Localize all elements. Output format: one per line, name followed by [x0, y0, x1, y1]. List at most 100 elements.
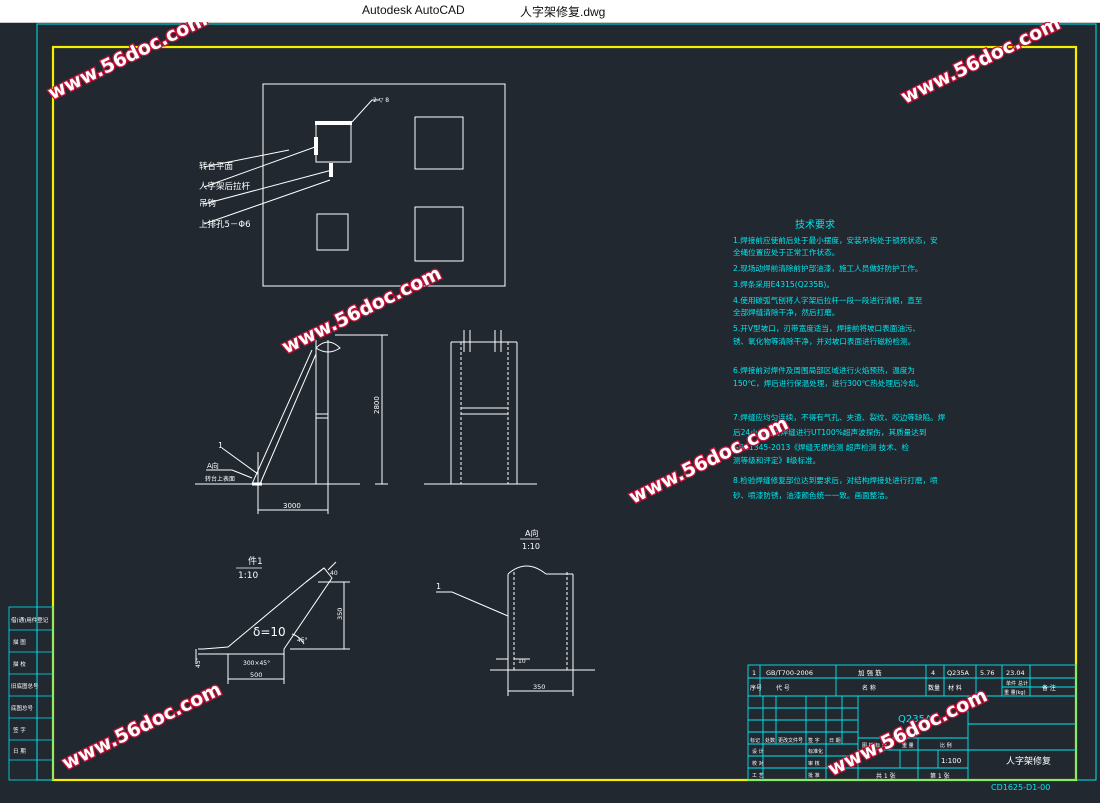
detail1-width-dim: 500 [250, 671, 262, 679]
margin-label: 描 图 [13, 638, 26, 646]
sign-label: 签 字 [808, 737, 820, 744]
tech-line: 2.现场动焊前清除前护部油漆，施工人员做好防护工作。 [733, 263, 923, 273]
bom-row-cell: Q235A [947, 669, 970, 677]
detail1-angle-b: 40 [330, 570, 338, 577]
bom-header: 材 料 [948, 684, 962, 692]
weight-label: 重 量(kg) [1004, 689, 1026, 696]
sign-label: 更改文件号 [778, 737, 803, 744]
tech-line: 全绳位置应处于正常工作状态。 [733, 247, 839, 257]
plan-square-bottom-left [316, 213, 349, 251]
technical-requirements: 技术要求 1.焊接前应使前后处于最小摆度，安装吊钩处于锁死状态，安 全绳位置应处… [733, 218, 946, 500]
detail-part1-view [195, 561, 350, 684]
window-titlebar: Autodesk AutoCAD 人字架修复.dwg [0, 0, 1100, 23]
elevation-side-view [424, 330, 537, 485]
plan-square-top-left [315, 123, 352, 163]
bom-row-cell: 5.76 [980, 669, 994, 677]
watermark-text: www.56doc.com [898, 22, 1064, 108]
tech-line: 150℃，焊后进行保温处理，进行300℃热处理后冷却。 [733, 378, 923, 388]
bom-row-cell: 23.04 [1006, 669, 1025, 677]
drawing-scale: 1:100 [941, 757, 961, 765]
detaila-scale: 1:10 [522, 542, 540, 551]
cad-drawing-canvas[interactable]: 2 ▽ 8 转台平面 人字架后拉杆 吊钩 上排孔5－Φ6 2800 3000 1… [0, 22, 1100, 803]
margin-label: 底图总号 [11, 704, 34, 712]
detail1-height-dim: 350 [336, 608, 344, 620]
elevation-height-dim: 2800 [373, 396, 381, 414]
sign-label: 日 期 [829, 738, 841, 744]
bom-row-cell: 加 强 筋 [858, 668, 882, 677]
sheet-count: 共 1 张 [876, 772, 896, 780]
bom-header: 数量 [928, 684, 940, 692]
elevation-view [195, 334, 388, 514]
margin-label: 描 校 [13, 660, 26, 668]
plan-labels: 转台平面 人字架后拉杆 吊钩 上排孔5－Φ6 [199, 161, 251, 230]
detail-part1-text: 件1 1:10 δ=10 500 350 300×45° 45° 40 45° [195, 555, 344, 679]
sign-label: 工 艺 [752, 773, 764, 779]
plan-label-holes: 上排孔5－Φ6 [199, 219, 251, 230]
detaila-ref-number: 1 [436, 582, 441, 591]
detail1-scale: 1:10 [238, 571, 258, 581]
sign-label: 批 准 [808, 772, 820, 779]
bom-row-cell: 4 [931, 669, 935, 677]
sign-label: 设 计 [752, 748, 764, 755]
plan-label-turntable: 转台平面 [199, 161, 234, 172]
detail1-thickness: δ=10 [253, 625, 286, 639]
margin-label: 借(通)用件登记 [11, 616, 49, 624]
bom-header: 备 注 [1042, 684, 1056, 692]
drawing-name: 人字架修复 [1006, 755, 1051, 767]
elevation-ground-label: 转台上表面 [205, 475, 235, 483]
bom-header: 单件 [1006, 680, 1016, 687]
left-margin-labels: 借(通)用件登记 描 图 描 校 旧底图总号 底图总号 签 字 日 期 [11, 616, 49, 755]
bom-header: 总计 [1018, 680, 1028, 687]
watermark-text: www.56doc.com [279, 262, 445, 358]
bom-header: 代 号 [776, 684, 790, 692]
plan-label-hook: 吊钩 [199, 198, 216, 209]
sign-label: 校 对 [752, 760, 764, 767]
sign-label: 审 核 [808, 760, 820, 767]
plan-square-top-right [414, 116, 464, 170]
tech-line: 砂、喷漆防锈，油漆颜色统一一致。画面整洁。 [733, 490, 892, 500]
sign-label: 标记 [750, 737, 760, 744]
tech-line: 1.焊接前应使前后处于最小摆度，安装吊钩处于锁死状态，安 [733, 235, 938, 245]
detail1-angle-a: 45° [297, 637, 308, 644]
bom-row-cell: GB/T700-2006 [766, 669, 813, 677]
sign-label: 标准化 [808, 748, 823, 755]
tech-line: 锈、氧化物等清除干净，并对坡口表面进行磁粉检测。 [733, 336, 915, 346]
stage-label: 比 例 [940, 742, 952, 749]
detaila-gap-dim: 10 [518, 658, 526, 665]
document-title: 人字架修复.dwg [520, 5, 606, 19]
tech-line: 全部焊缝清除干净，然后打磨。 [733, 307, 839, 317]
bom-header: 序号 [750, 684, 762, 692]
app-name: Autodesk AutoCAD [362, 3, 465, 17]
elevation-annotations: 2800 3000 1 A向 转台上表面 [205, 396, 381, 510]
tech-line: 6.焊接前对焊件及周围局部区域进行火焰预热，温度为 [733, 365, 915, 375]
elevation-span-dim: 3000 [283, 502, 301, 510]
plan-square-bottom-right [414, 206, 464, 262]
detail-a-view [436, 565, 595, 696]
tech-line: 4.使用碳弧气刨将人字架后拉杆一段一段进行清根，直至 [733, 295, 923, 305]
margin-label: 签 字 [13, 726, 26, 734]
detaila-title: A向 [525, 528, 538, 538]
detail1-title: 件1 [248, 555, 263, 567]
sign-label: 处数 [765, 737, 775, 744]
weld-symbol: 2 ▽ 8 [373, 97, 389, 104]
margin-label: 日 期 [13, 748, 26, 755]
detail1-chamfer-dim: 300×45° [243, 660, 270, 667]
plan-label-rear-rod: 人字架后拉杆 [199, 181, 251, 192]
sheet-number: 第 1 张 [930, 772, 950, 780]
detail-a-text: A向 1:10 1 10 350 [436, 528, 545, 691]
watermark-text: www.56doc.com [45, 22, 211, 104]
watermark-text: www.56doc.com [59, 678, 225, 774]
margin-label: 旧底图总号 [11, 682, 39, 690]
detail1-left-dim: 45° [195, 657, 202, 668]
bom-header: 名 称 [862, 684, 876, 692]
tech-line: 8.检验焊缝修复部位达到要求后，对结构焊接处进行打磨，喷 [733, 475, 938, 485]
bom-row-cell: 1 [752, 669, 756, 677]
elevation-ref-number: 1 [218, 441, 223, 450]
tech-title: 技术要求 [795, 218, 835, 231]
tech-line: 5.开V型坡口，刃带宽度适当，焊接前将坡口表面油污、 [733, 323, 920, 333]
tech-line: 3.焊条采用E4315(Q235B)。 [733, 279, 834, 289]
drawing-number: CD1625-D1-00 [991, 783, 1050, 792]
tech-line: 测等级和评定》Ⅱ级标准。 [733, 455, 820, 465]
detaila-width-dim: 350 [533, 683, 545, 691]
turntable-plan-outline [262, 83, 506, 287]
